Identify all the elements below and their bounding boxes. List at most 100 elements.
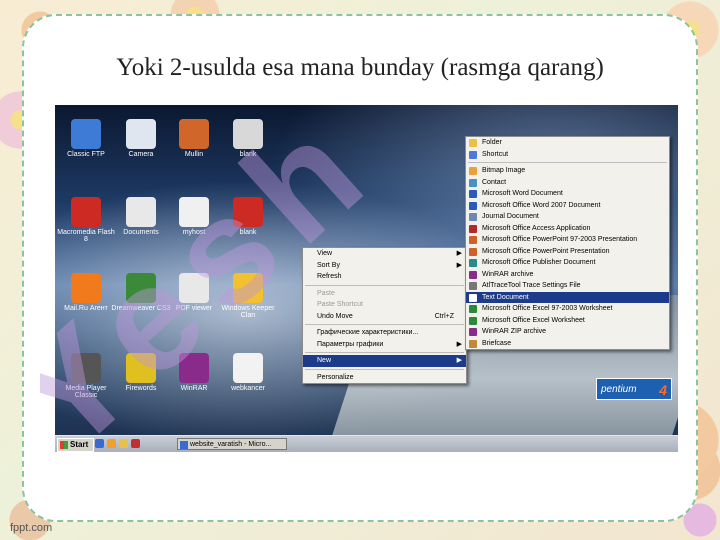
context-menu-item[interactable]: Paste [303,288,466,300]
desktop-icon[interactable]: WinRAR [163,353,225,392]
submenu-item-label: Bitmap Image [482,167,526,174]
new-submenu-item[interactable]: Microsoft Office Access Application [466,223,669,235]
context-menu-item[interactable]: View ▶ [303,248,466,260]
media-icon[interactable] [131,439,140,448]
folder-icon[interactable] [119,439,128,448]
desktop-icon[interactable]: Mullin [163,119,225,158]
context-menu-item[interactable]: Параметры графики ▶ [303,339,466,351]
context-menu-item[interactable]: Sort By ▶ [303,260,466,272]
new-submenu-item[interactable]: Microsoft Office Excel 97-2003 Worksheet [466,303,669,315]
file-type-icon [469,224,477,233]
desktop-icon[interactable]: blank [217,119,279,158]
submenu-arrow-icon: ▶ [456,340,462,348]
context-menu-item[interactable]: Paste Shortcut [303,299,466,311]
menu-item-label: New [317,357,332,364]
submenu-item-label: Microsoft Office Excel Worksheet [482,316,585,324]
footer-logo: fppt.com [10,522,53,534]
new-submenu-item[interactable]: Microsoft Office Word 2007 Document [466,200,669,212]
desktop-icon[interactable]: Macromedia Flash 8 [55,197,117,243]
file-type-icon [469,213,477,221]
new-submenu-item[interactable]: Microsoft Office Publisher Document [466,257,669,269]
submenu-item-label: Microsoft Office Excel 97-2003 Worksheet [482,305,613,312]
fireworks-icon [126,353,156,383]
file-type-icon [469,282,477,290]
desktop-icon[interactable]: myhost [163,197,225,236]
pentium-number: 4 [659,382,667,398]
desktop-icon[interactable]: Classic FTP [55,119,117,158]
new-submenu-item[interactable]: AtlTraceTool Trace Settings File [466,280,669,292]
blank-file-icon [233,353,263,383]
desktop-icon-label: blank [239,151,257,158]
app-icon [179,119,209,149]
taskbar: Start website_varatish - Micro... [55,435,678,452]
menu-item-label: Графические характеристики... [317,329,419,336]
new-submenu-item[interactable]: Microsoft Office PowerPoint Presentation [466,246,669,258]
browser-icon[interactable] [107,439,116,448]
file-type-icon [469,139,477,147]
desktop-icon[interactable]: Mail.Ru Агент [55,273,117,312]
desktop-icon-label: Windows Keeper Clan [221,305,275,319]
start-button[interactable]: Start [57,438,95,452]
keeper-icon [233,273,263,303]
file-type-icon [469,339,477,348]
new-submenu-item[interactable]: Text Document [466,291,669,303]
flash-file-icon [233,197,263,227]
desktop-icon-label: Classic FTP [67,151,105,158]
context-menu-item[interactable]: Графические характеристики... [303,327,466,339]
new-submenu-item[interactable]: WinRAR ZIP archive [466,326,669,338]
mail-agent-icon [71,273,101,303]
file-type-icon [469,305,477,313]
blank-file-icon [233,119,263,149]
desktop-icon[interactable]: Media Player Classic [55,353,117,399]
new-submenu-item[interactable]: Journal Document [466,211,669,223]
submenu-item-label: WinRAR ZIP archive [482,328,547,335]
word-doc-icon [179,197,209,227]
file-type-icon [469,270,477,279]
menu-item-label: Paste [317,289,335,297]
window-app-icon [180,441,188,449]
submenu-item-label: Microsoft Office Access Application [482,224,591,232]
context-menu-item[interactable]: Personalize [303,372,466,384]
context-menu-item[interactable]: Refresh [303,271,466,283]
new-submenu-item[interactable]: Microsoft Office PowerPoint 97-2003 Pres… [466,234,669,246]
desktop-icon[interactable]: PDF viewer [163,273,225,312]
desktop-icon-label: WinRAR [180,385,208,392]
submenu-item-label: Microsoft Office PowerPoint Presentation [482,247,610,255]
file-type-icon [469,293,477,302]
menu-item-label: Sort By [317,261,340,269]
desktop-icon[interactable]: Windows Keeper Clan [217,273,279,319]
menu-separator [468,162,667,163]
submenu-arrow-icon: ▶ [456,357,462,364]
windows-logo-icon [60,441,68,449]
context-menu-item[interactable]: Undo Move Ctrl+Z [303,311,466,323]
menu-item-label: Undo Move [317,312,353,320]
menu-item-label: Параметры графики [317,340,384,348]
menu-item-shortcut: Ctrl+Z [434,312,454,320]
context-menu: View ▶ Sort By ▶ Refresh Paste Paste Shortcut U… [302,247,467,384]
menu-separator [305,324,464,325]
new-submenu-item[interactable]: Shortcut [466,149,669,161]
desktop-icon-label: webkancer [231,385,265,392]
file-type-icon [469,190,477,198]
desktop-icon-label: Mullin [184,151,204,158]
new-submenu-item[interactable]: Microsoft Office Excel Worksheet [466,315,669,327]
submenu-item-label: Briefcase [482,339,512,347]
file-type-icon [469,236,477,244]
taskbar-window-button[interactable]: website_varatish - Micro... [177,438,287,450]
new-submenu-item[interactable]: Bitmap Image [466,165,669,177]
desktop-icon-label: myhost [182,229,206,236]
desktop-icon[interactable]: webkancer [217,353,279,392]
submenu-item-label: Microsoft Office PowerPoint 97-2003 Pres… [482,236,638,243]
file-type-icon [469,150,477,159]
new-submenu-item[interactable]: Briefcase [466,338,669,350]
menu-item-label: Paste Shortcut [317,301,363,308]
new-submenu: Folder Shortcut Bitmap Image Contact Microso… [465,136,670,350]
new-submenu-item[interactable]: Microsoft Word Document [466,188,669,200]
show-desktop-icon[interactable] [95,439,104,448]
desktop-icon[interactable]: blank [217,197,279,236]
new-submenu-item[interactable]: Contact [466,177,669,189]
new-submenu-item[interactable]: Folder [466,137,669,149]
new-submenu-item[interactable]: WinRAR archive [466,269,669,281]
context-menu-item[interactable]: New ▶ [303,355,466,367]
dreamweaver-icon [126,273,156,303]
